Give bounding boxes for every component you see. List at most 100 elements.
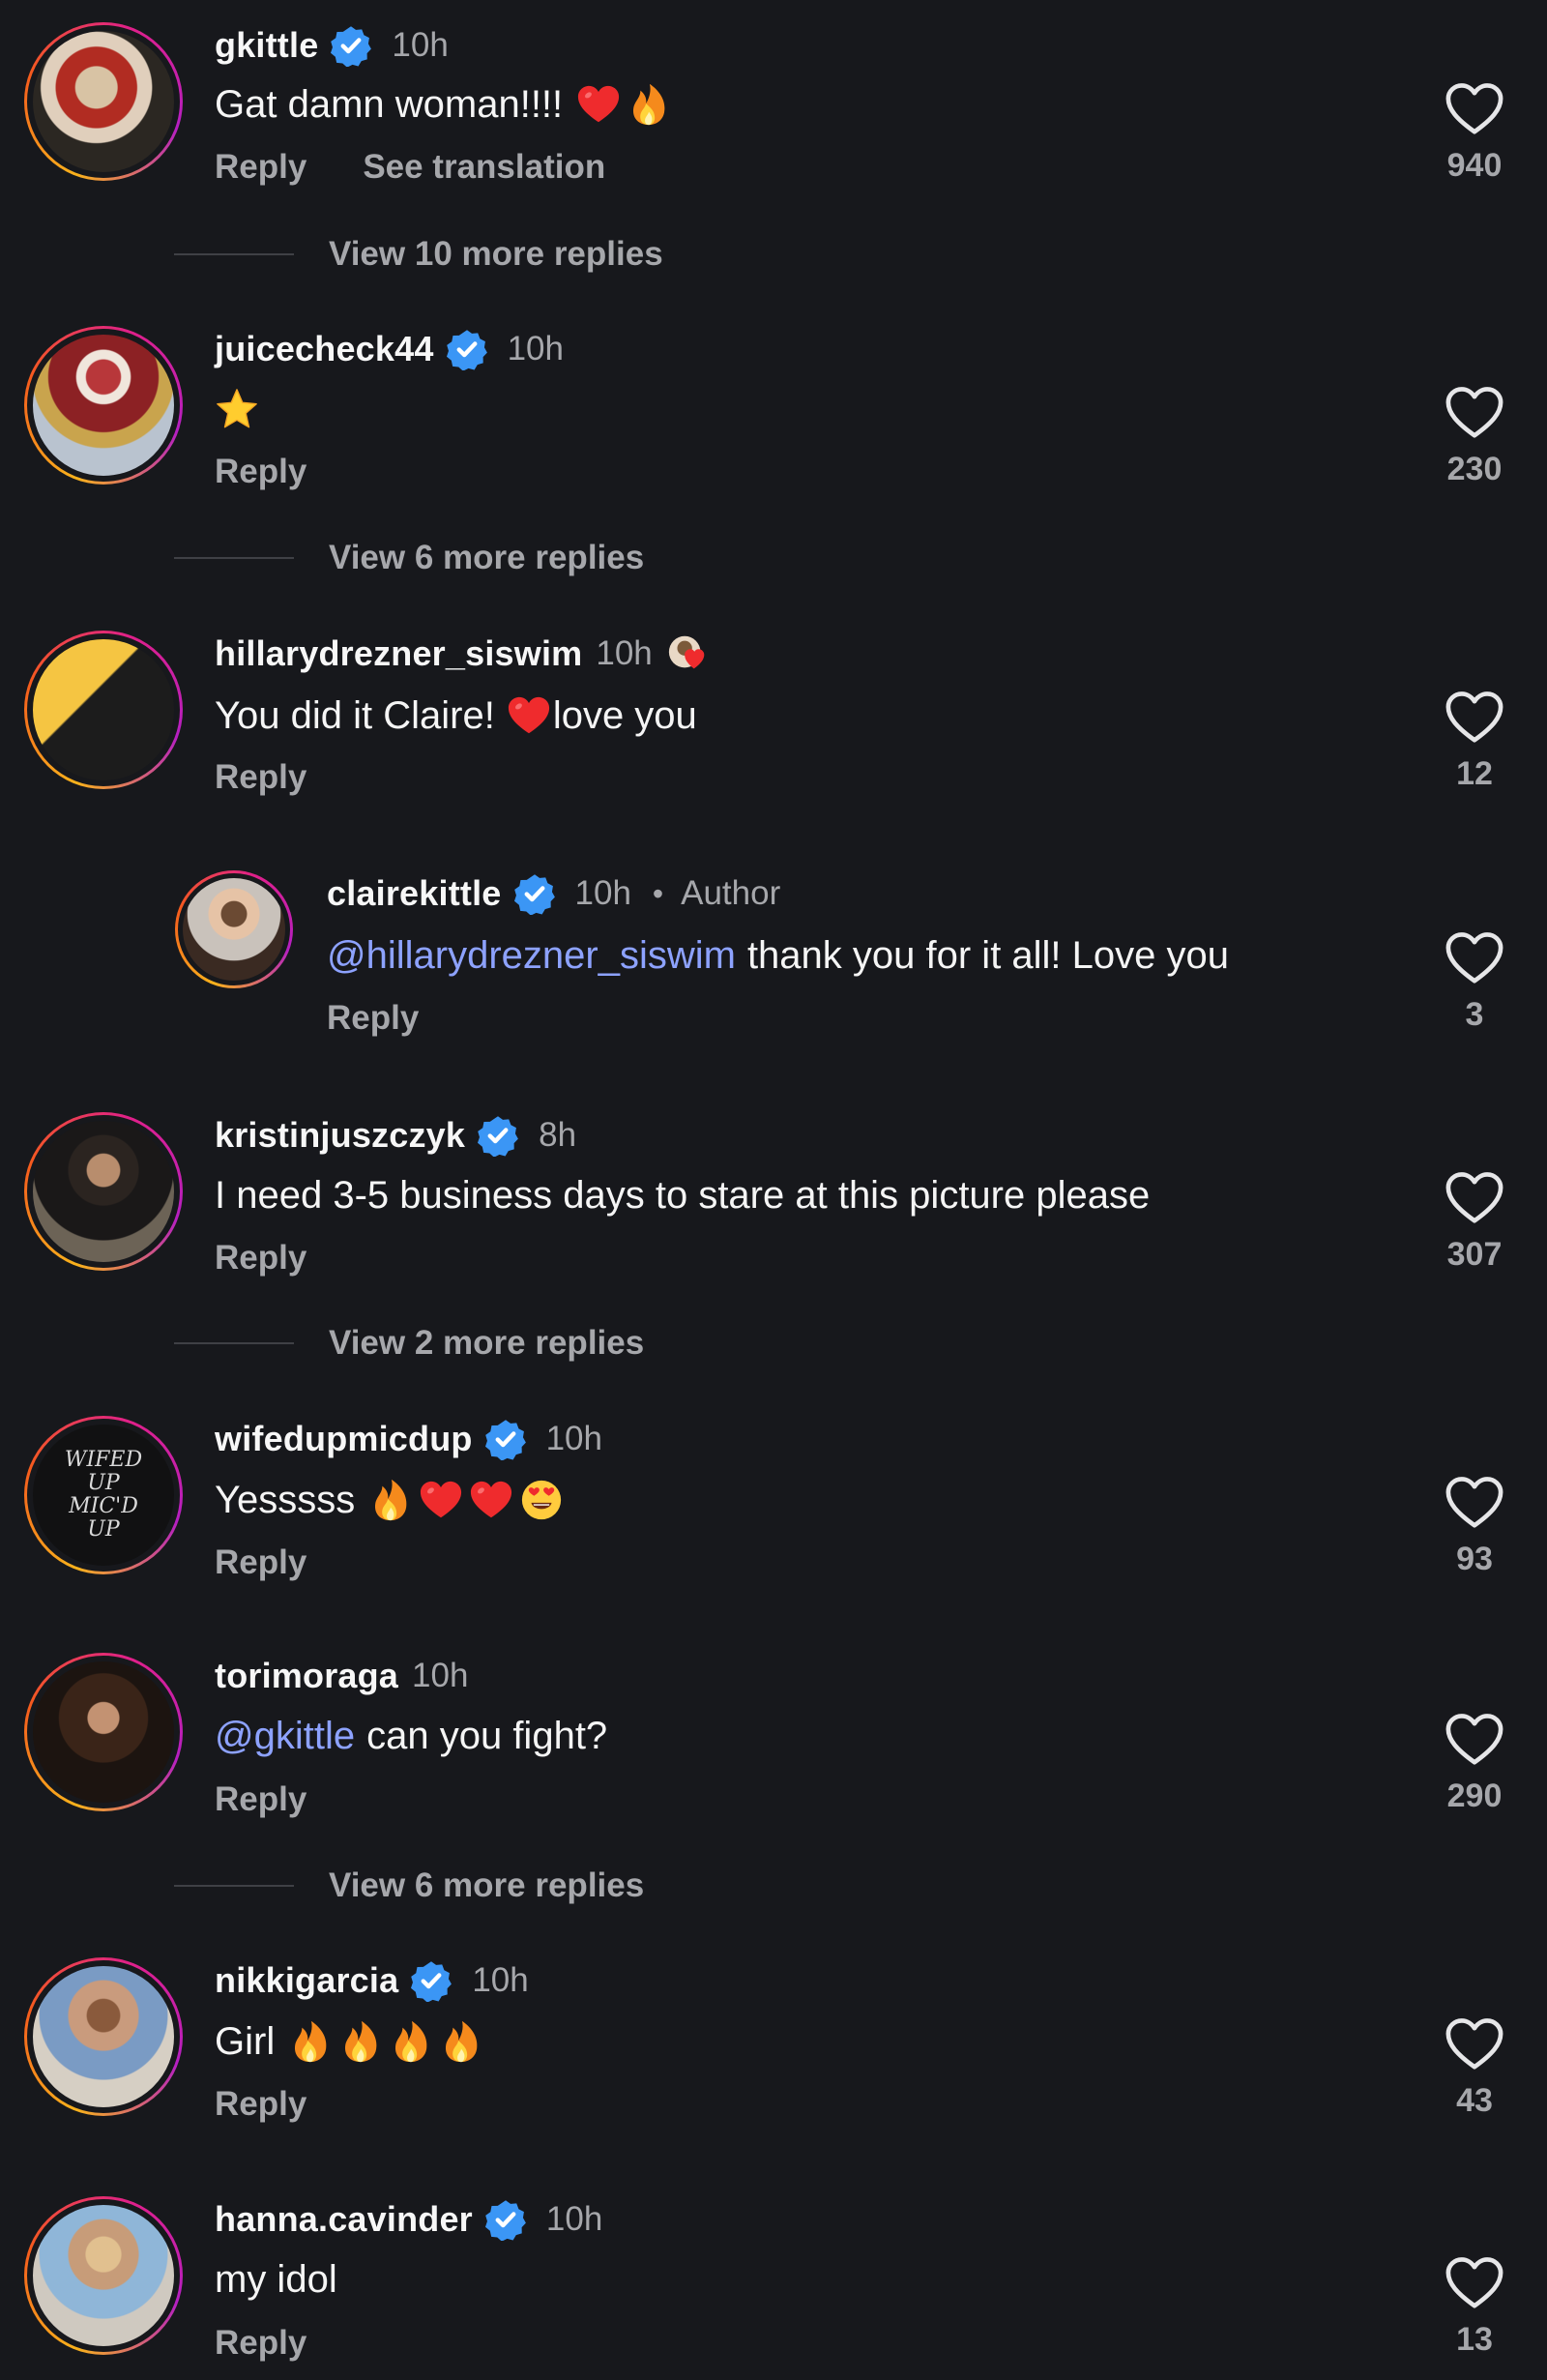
verified-badge-icon (446, 328, 488, 370)
fire-icon (389, 2019, 433, 2064)
timestamp: 8h (539, 1116, 577, 1154)
comments-list: gkittle 10h Gat damn woman!!!! Reply See… (0, 0, 1547, 2380)
like-count: 12 (1456, 755, 1493, 792)
reply-button[interactable]: Reply (215, 1239, 306, 1278)
avatar[interactable] (24, 22, 183, 181)
like-control: 12 (1436, 690, 1513, 793)
reply-button[interactable]: Reply (215, 1780, 306, 1819)
avatar[interactable] (24, 2196, 183, 2355)
divider-line (174, 253, 294, 255)
star-icon (215, 387, 259, 431)
reply-button[interactable]: Reply (215, 758, 306, 797)
reply-button[interactable]: Reply (215, 148, 306, 187)
fire-icon (627, 82, 671, 127)
timestamp: 10h (507, 330, 564, 367)
like-control: 230 (1436, 385, 1513, 488)
timestamp: 10h (545, 2200, 603, 2238)
username[interactable]: wifedupmicdup (215, 1419, 473, 1459)
fire-icon (338, 2019, 383, 2064)
username[interactable]: clairekittle (327, 873, 502, 914)
comment-text (215, 387, 259, 431)
view-more-replies[interactable]: View 6 more replies (174, 1862, 644, 1910)
avatar[interactable] (24, 1957, 183, 2116)
verified-badge-icon (410, 1959, 452, 2002)
mention-link[interactable]: @hillarydrezner_siswim (327, 934, 736, 978)
verified-badge-icon (484, 2198, 527, 2241)
comment-text: Yesssss (215, 1478, 564, 1522)
heart-icon[interactable] (1445, 1170, 1504, 1226)
avatar[interactable] (24, 631, 183, 789)
fire-icon (368, 1478, 413, 1522)
like-control: 307 (1436, 1170, 1513, 1274)
view-more-replies-label: View 2 more replies (329, 1324, 645, 1362)
see-translation-link[interactable]: See translation (363, 148, 605, 187)
view-more-replies[interactable]: View 10 more replies (174, 230, 663, 279)
avatar[interactable] (24, 326, 183, 485)
reply-button[interactable]: Reply (327, 999, 419, 1038)
fire-icon (288, 2019, 333, 2064)
verified-badge-icon (477, 1114, 519, 1157)
heart-eyes-icon (519, 1478, 564, 1522)
comment-body: can you fight? (366, 1715, 608, 1757)
username[interactable]: juicecheck44 (215, 329, 434, 369)
like-count: 940 (1446, 147, 1503, 184)
view-more-replies-label: View 10 more replies (329, 235, 663, 273)
red-heart-icon (507, 693, 551, 738)
comment-text: my idol (215, 2258, 337, 2302)
fire-icon (439, 2019, 483, 2064)
comment-body-continued: love you (552, 693, 697, 737)
heart-icon[interactable] (1445, 2255, 1504, 2311)
reply-button[interactable]: Reply (215, 453, 306, 491)
separator-dot: • (652, 875, 664, 911)
comment-text: Gat damn woman!!!! (215, 82, 671, 127)
reply-button[interactable]: Reply (215, 2085, 306, 2124)
avatar[interactable]: WIFED UP MIC'D UP (24, 1416, 183, 1574)
avatar[interactable] (24, 1653, 183, 1811)
verified-badge-icon (513, 872, 556, 915)
divider-line (174, 1342, 294, 1344)
red-heart-icon (419, 1478, 463, 1522)
mention-link[interactable]: @gkittle (215, 1715, 355, 1758)
timestamp: 10h (574, 874, 631, 912)
like-control: 13 (1436, 2255, 1513, 2359)
like-count: 93 (1456, 1541, 1493, 1577)
username[interactable]: hanna.cavinder (215, 2199, 473, 2240)
comment-text: @hillarydrezner_siswim thank you for it … (327, 934, 1229, 978)
username[interactable]: kristinjuszczyk (215, 1115, 465, 1156)
verified-badge-icon (330, 24, 372, 67)
comment-body: I need 3-5 business days to stare at thi… (215, 1174, 1151, 1217)
reply-button[interactable]: Reply (215, 2324, 306, 2363)
author-label: Author (681, 874, 781, 912)
view-more-replies-label: View 6 more replies (329, 539, 645, 576)
avatar[interactable] (24, 1112, 183, 1271)
avatar[interactable] (175, 870, 293, 988)
timestamp: 10h (545, 1420, 602, 1457)
heart-icon[interactable] (1445, 81, 1504, 137)
heart-icon[interactable] (1445, 1712, 1504, 1768)
comment-text: You did it Claire! love you (215, 693, 697, 738)
username[interactable]: torimoraga (215, 1656, 398, 1696)
sticker-icon (668, 635, 705, 669)
reply-button[interactable]: Reply (215, 1543, 306, 1582)
heart-icon[interactable] (1445, 385, 1504, 441)
username[interactable]: nikkigarcia (215, 1960, 398, 2001)
heart-icon[interactable] (1445, 2016, 1504, 2072)
view-more-replies[interactable]: View 2 more replies (174, 1319, 644, 1367)
like-count: 230 (1446, 451, 1503, 487)
comment-body: Gat damn woman!!!! (215, 82, 564, 126)
timestamp: 10h (596, 634, 653, 672)
username[interactable]: hillarydrezner_siswim (215, 633, 582, 674)
view-more-replies[interactable]: View 6 more replies (174, 534, 644, 582)
red-heart-icon (469, 1478, 513, 1522)
verified-badge-icon (484, 1418, 527, 1460)
heart-icon[interactable] (1445, 690, 1504, 746)
divider-line (174, 557, 294, 559)
like-count: 290 (1446, 1778, 1503, 1814)
like-control: 290 (1436, 1712, 1513, 1815)
username[interactable]: gkittle (215, 25, 318, 66)
comment-text: @gkittle can you fight? (215, 1715, 607, 1758)
heart-icon[interactable] (1445, 1475, 1504, 1531)
comment-body: Girl (215, 2019, 276, 2063)
heart-icon[interactable] (1445, 930, 1504, 986)
comment-text: I need 3-5 business days to stare at thi… (215, 1174, 1150, 1218)
